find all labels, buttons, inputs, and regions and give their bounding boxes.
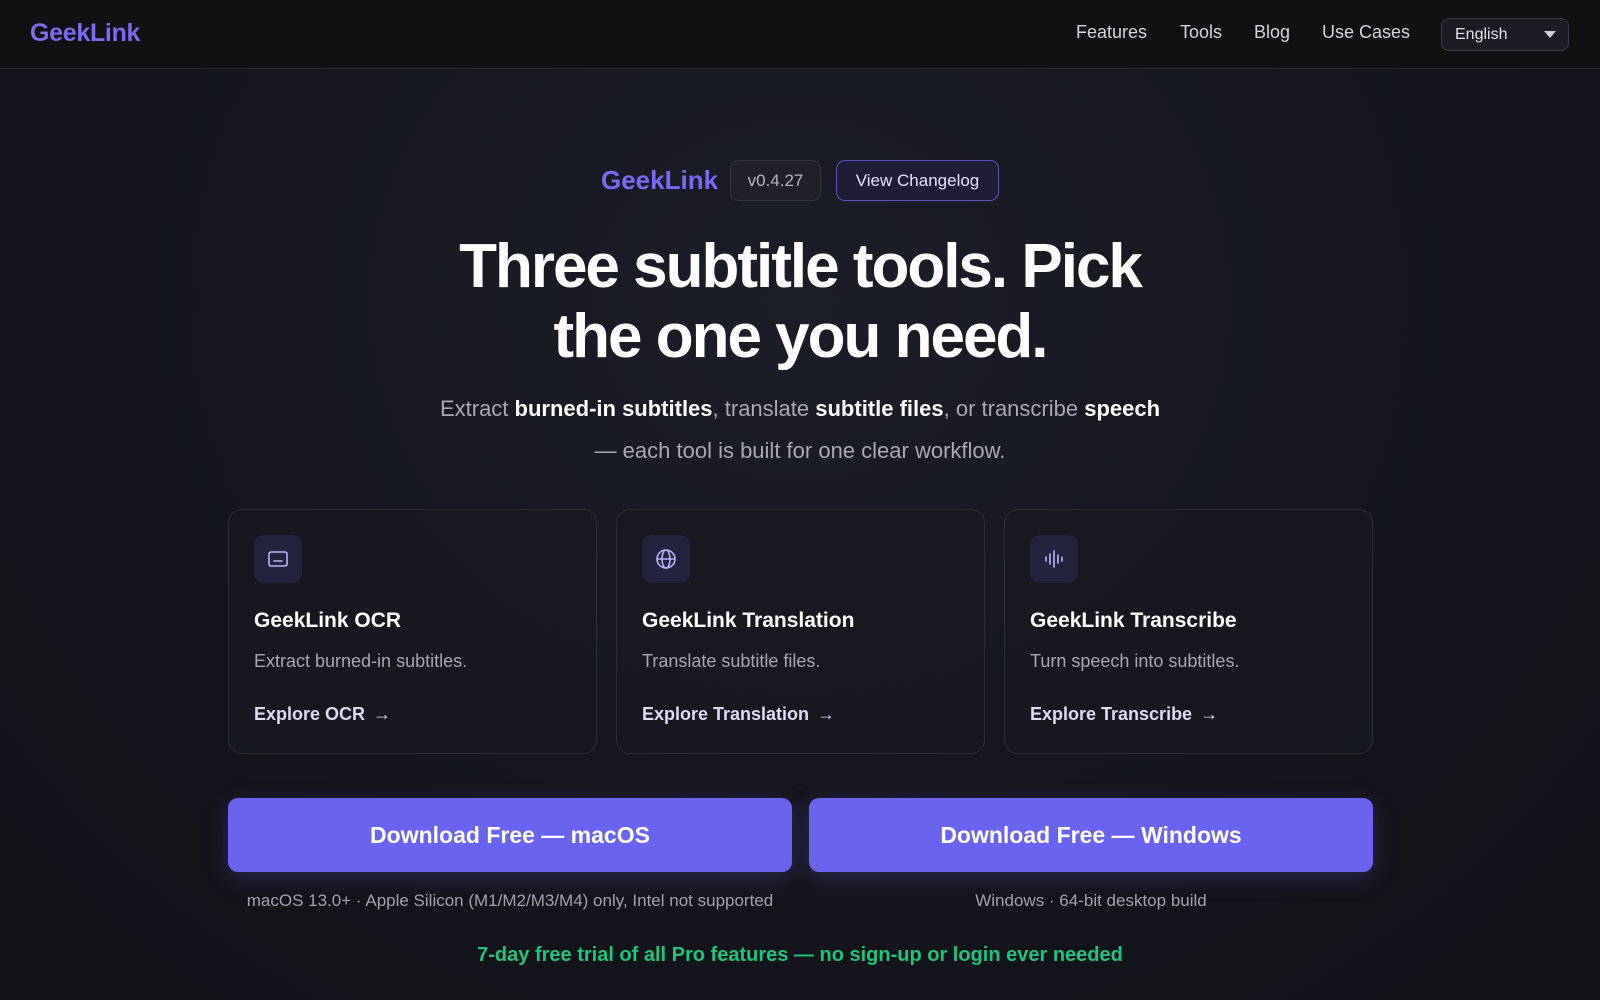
view-changelog-button[interactable]: View Changelog (836, 160, 999, 201)
sub-emphasis-1: burned-in subtitles (514, 396, 713, 421)
hero-headline: Three subtitle tools. Pick the one you n… (300, 232, 1300, 372)
tool-card-translation[interactable]: GeekLink Translation Translate subtitle … (616, 509, 985, 754)
windows-requirements-note: Windows · 64-bit desktop build (975, 891, 1207, 910)
free-trial-note: 7-day free trial of all Pro features — n… (477, 944, 1123, 966)
explore-transcribe-link[interactable]: Explore Transcribe → (1030, 704, 1218, 725)
tool-card-transcribe[interactable]: GeekLink Transcribe Turn speech into sub… (1004, 509, 1373, 754)
waveform-icon (1030, 535, 1078, 583)
nav-features-link[interactable]: Features (1076, 22, 1147, 43)
macos-requirements-note: macOS 13.0+ · Apple Silicon (M1/M2/M3/M4… (246, 891, 774, 910)
download-macos-button[interactable]: Download Free — macOS (228, 798, 792, 872)
explore-ocr-link[interactable]: Explore OCR → (254, 704, 391, 725)
release-badge-row: GeekLink v0.4.27 View Changelog (0, 160, 1600, 202)
sub-emphasis-2: subtitle files (815, 396, 944, 421)
download-windows-button[interactable]: Download Free — Windows (809, 798, 1373, 872)
sub-text-3: , or transcribe (943, 396, 1085, 421)
nav-blog-link[interactable]: Blog (1254, 22, 1290, 43)
arrow-right-icon: → (373, 704, 392, 724)
subtitle-screen-icon (254, 535, 302, 583)
sub-emphasis-3: speech (1084, 396, 1161, 421)
card-title: GeekLink Translation (642, 609, 855, 632)
chevron-down-icon (1544, 31, 1556, 38)
headline-line-1: Three subtitle tools. Pick (459, 232, 1143, 301)
explore-ocr-label: Explore OCR (254, 704, 366, 724)
explore-translation-link[interactable]: Explore Translation → (642, 704, 835, 725)
card-title: GeekLink OCR (254, 609, 402, 632)
top-navigation-bar: GeekLink Features Tools Blog Use Cases E… (0, 0, 1600, 69)
headline-line-2: the one you need. (553, 302, 1048, 371)
globe-icon (642, 535, 690, 583)
hero-subheadline: Extract burned-in subtitles, translate s… (300, 388, 1300, 472)
card-description: Translate subtitle files. (642, 651, 821, 671)
version-badge: v0.4.27 (730, 160, 821, 201)
sub-text-2: , translate (712, 396, 816, 421)
card-title: GeekLink Transcribe (1030, 609, 1237, 632)
sub-text-1: Extract (439, 396, 515, 421)
main-nav: Features Tools Blog Use Cases (0, 22, 1600, 50)
sub-text-4: — each tool is built for one clear workf… (594, 438, 1006, 463)
arrow-right-icon: → (817, 704, 836, 724)
arrow-right-icon: → (1200, 704, 1219, 724)
card-description: Extract burned-in subtitles. (254, 651, 468, 671)
nav-tools-link[interactable]: Tools (1180, 22, 1222, 43)
hero-brand-name: GeekLink (601, 165, 719, 195)
nav-use-cases-link[interactable]: Use Cases (1322, 22, 1410, 43)
card-description: Turn speech into subtitles. (1030, 651, 1240, 671)
language-select-value: English (1455, 26, 1508, 43)
tool-card-ocr[interactable]: GeekLink OCR Extract burned-in subtitles… (228, 509, 597, 754)
language-select[interactable]: English (1441, 18, 1569, 51)
explore-transcribe-label: Explore Transcribe (1030, 704, 1193, 724)
explore-translation-label: Explore Translation (642, 704, 810, 724)
